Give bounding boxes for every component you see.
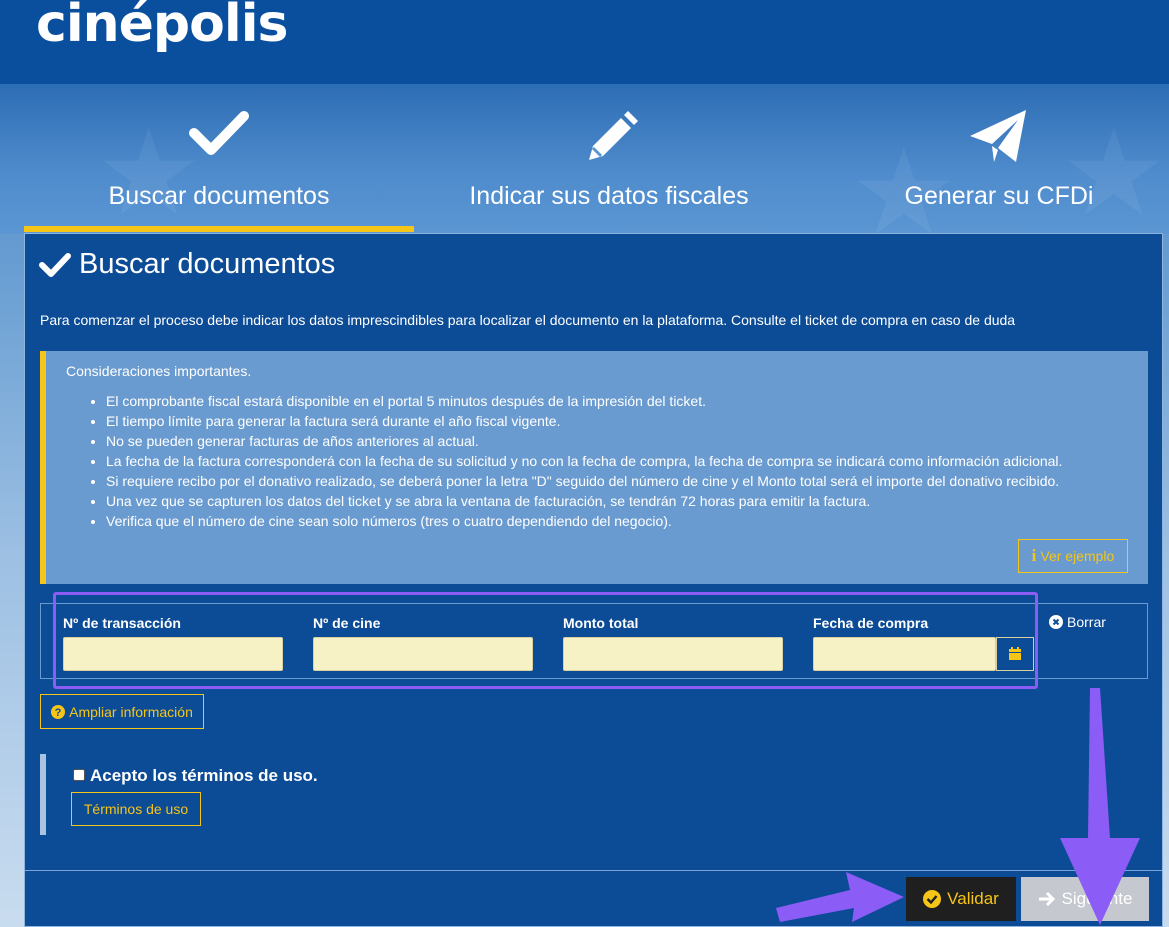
- step-buscar-documentos[interactable]: Buscar documentos: [24, 84, 414, 234]
- notice-list: El comprobante fiscal estará disponible …: [106, 391, 1062, 531]
- footer-divider: [25, 870, 1162, 871]
- cinepolis-logo[interactable]: cinépolis: [36, 0, 288, 54]
- step-label: Buscar documentos: [108, 182, 330, 210]
- top-bar: cinépolis: [0, 0, 1169, 84]
- steps-header: ★ ★ ★ Buscar documentos Indicar sus dato…: [0, 84, 1169, 234]
- clear-icon: [1049, 615, 1063, 629]
- panel-title-text: Buscar documentos: [79, 248, 336, 280]
- terms-checkbox-label[interactable]: Acepto los términos de uso.: [90, 766, 318, 786]
- arrow-right-icon: [1038, 891, 1055, 907]
- ampliar-informacion-button[interactable]: ? Ampliar información: [40, 694, 204, 729]
- list-item: La fecha de la factura corresponderá con…: [106, 451, 1062, 471]
- intro-text: Para comenzar el proceso debe indicar lo…: [40, 312, 1016, 328]
- list-item: Una vez que se capturen los datos del ti…: [106, 491, 1062, 511]
- svg-text:?: ?: [55, 707, 62, 719]
- check-circle-icon: [923, 890, 942, 908]
- terminos-de-uso-button[interactable]: Términos de uso: [71, 792, 201, 826]
- step-generar-cfdi[interactable]: Generar su CFDi: [804, 84, 1169, 234]
- ver-ejemplo-label: Ver ejemplo: [1040, 548, 1115, 564]
- step-label: Generar su CFDi: [904, 182, 1094, 210]
- step-label: Indicar sus datos fiscales: [469, 182, 749, 210]
- validar-label: Validar: [947, 889, 999, 908]
- list-item: El comprobante fiscal estará disponible …: [106, 391, 1062, 411]
- validar-button[interactable]: Validar: [906, 877, 1016, 921]
- borrar-label: Borrar: [1067, 614, 1106, 630]
- siguiente-label: Siguiente: [1061, 889, 1133, 908]
- paper-plane-icon: [804, 108, 1169, 168]
- list-item: Si requiere recibo por el donativo reali…: [106, 471, 1062, 491]
- pencil-icon: [414, 108, 804, 168]
- ver-ejemplo-button[interactable]: i Ver ejemplo: [1018, 539, 1128, 573]
- annotation-highlight-box: [53, 592, 1038, 689]
- siguiente-button[interactable]: Siguiente: [1021, 877, 1149, 921]
- search-panel: Buscar documentos Para comenzar el proce…: [24, 233, 1163, 927]
- list-item: No se pueden generar facturas de años an…: [106, 431, 1062, 451]
- terms-section: Acepto los términos de uso. Términos de …: [40, 754, 540, 835]
- ampliar-informacion-label: Ampliar información: [69, 703, 193, 720]
- check-icon: [39, 252, 71, 277]
- active-step-indicator: [24, 226, 414, 232]
- info-icon: i: [1031, 546, 1037, 565]
- check-icon: [24, 108, 414, 168]
- panel-title: Buscar documentos: [39, 248, 335, 281]
- notice-box: Consideraciones importantes. El comproba…: [40, 351, 1148, 584]
- borrar-button[interactable]: Borrar: [1049, 614, 1106, 630]
- notice-title: Consideraciones importantes.: [66, 363, 252, 379]
- terms-checkbox[interactable]: [73, 769, 85, 781]
- list-item: Verifica que el número de cine sean solo…: [106, 511, 1062, 531]
- question-icon: ?: [51, 704, 66, 719]
- list-item: El tiempo límite para generar la factura…: [106, 411, 1062, 431]
- step-datos-fiscales[interactable]: Indicar sus datos fiscales: [414, 84, 804, 234]
